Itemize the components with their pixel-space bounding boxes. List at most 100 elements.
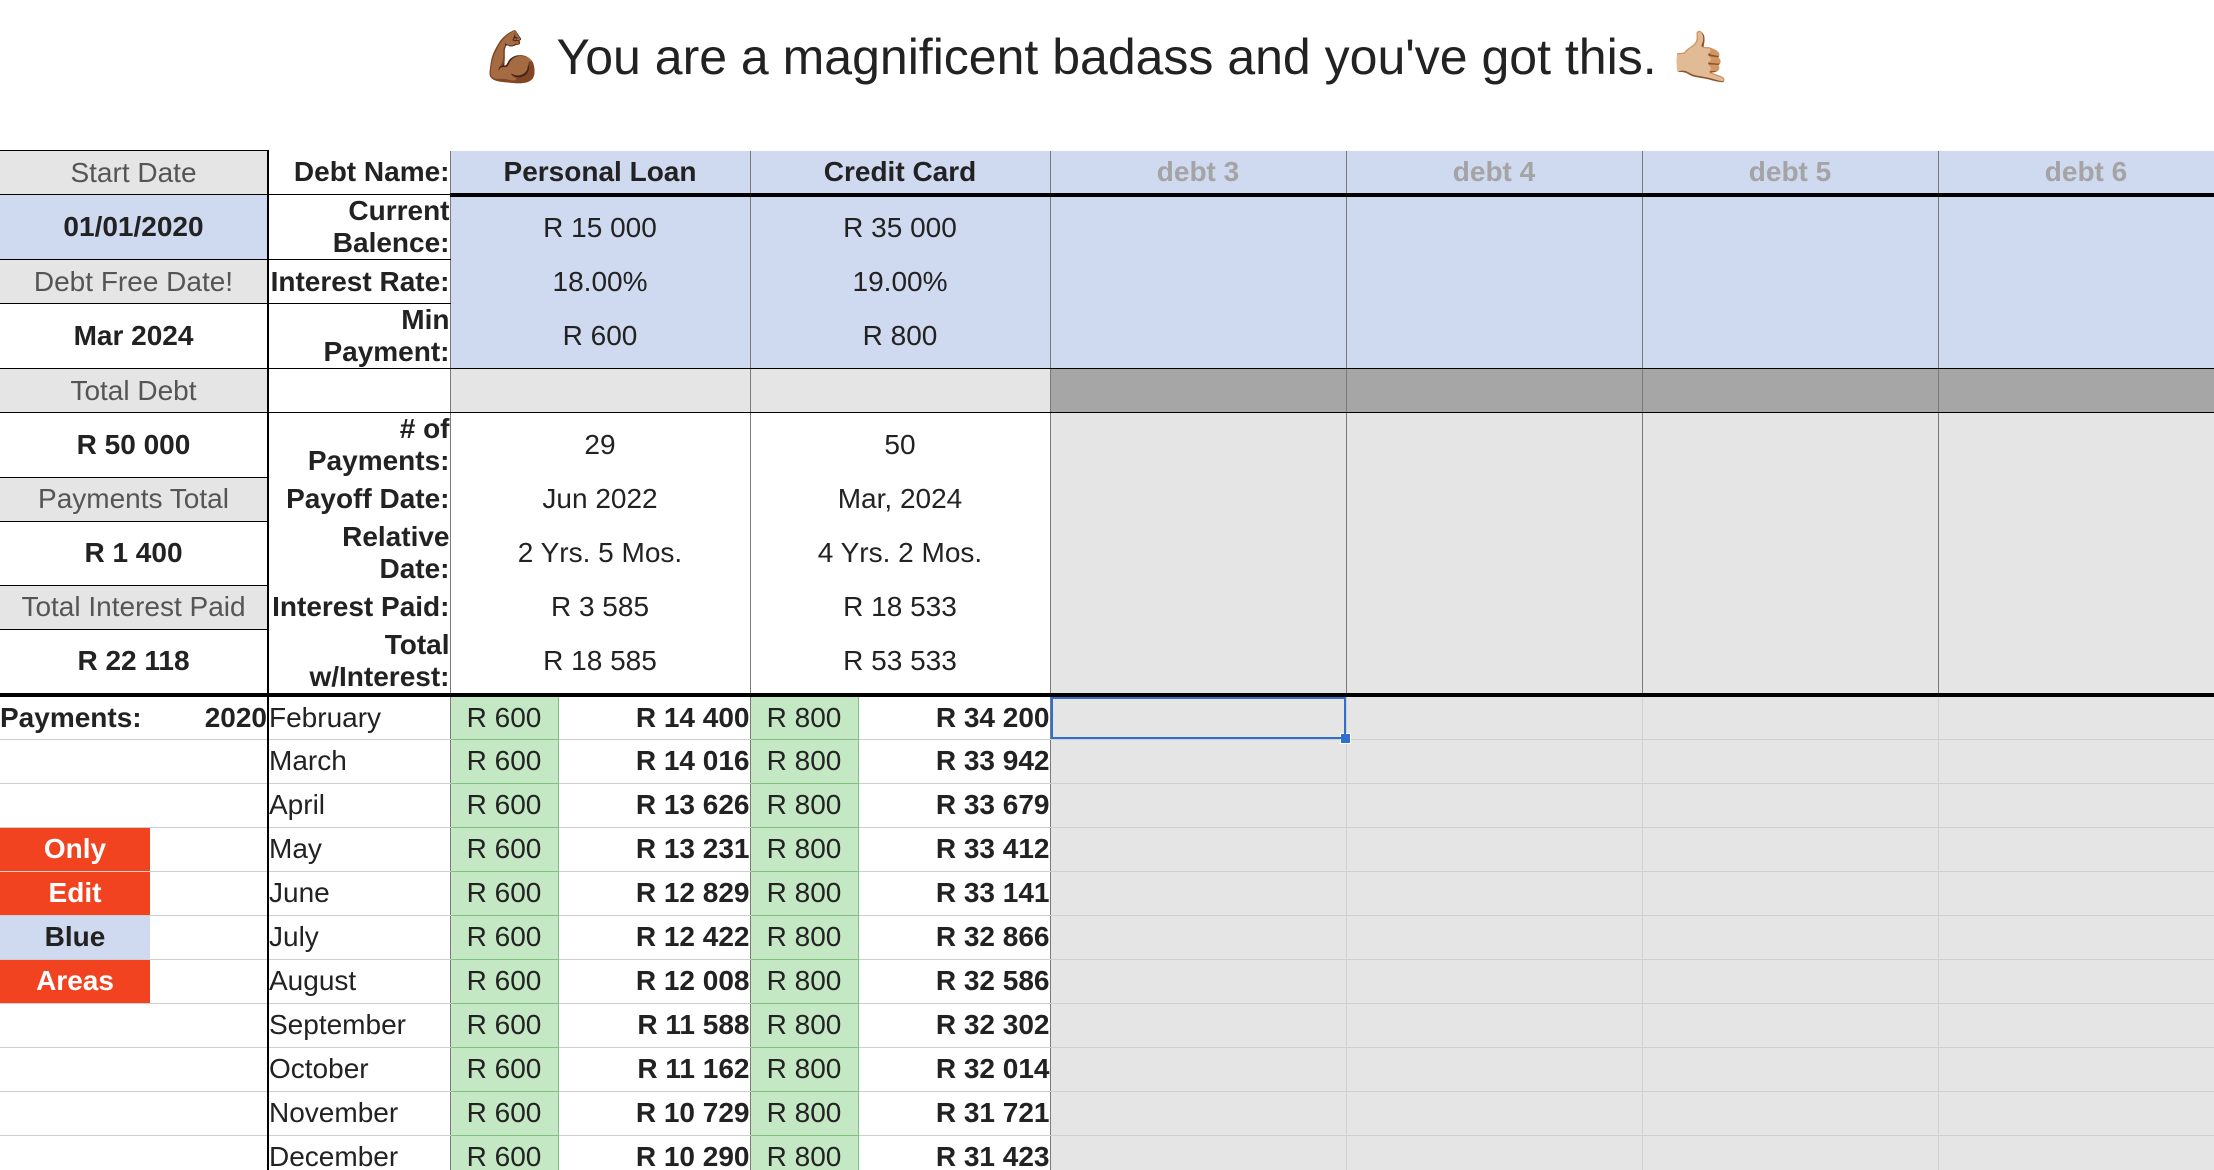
empty[interactable]	[1050, 739, 1346, 783]
empty[interactable]	[1938, 304, 2214, 369]
balance-b-cell: R 33 412	[858, 827, 1050, 871]
payment-a-cell[interactable]: R 600	[450, 1047, 558, 1091]
empty[interactable]	[1642, 783, 1938, 827]
empty[interactable]	[1050, 783, 1346, 827]
bal-b: R 33 942	[936, 745, 1050, 776]
payment-a-cell[interactable]: R 600	[450, 871, 558, 915]
empty[interactable]	[1346, 304, 1642, 369]
payment-a-cell[interactable]: R 600	[450, 739, 558, 783]
payment-a-cell[interactable]: R 600	[450, 783, 558, 827]
payment-a-cell[interactable]: R 600	[450, 1091, 558, 1135]
empty[interactable]	[1642, 1135, 1938, 1170]
debt-4-placeholder-cell[interactable]: debt 4	[1346, 151, 1642, 195]
debt-1-balance-cell[interactable]: R 15 000	[450, 195, 750, 260]
empty[interactable]	[1938, 695, 2214, 739]
empty[interactable]	[1938, 195, 2214, 260]
rel-label: Relative Date:	[342, 521, 449, 584]
debt-6-placeholder-cell[interactable]: debt 6	[1938, 151, 2214, 195]
empty[interactable]	[1938, 1003, 2214, 1047]
empty[interactable]	[1642, 959, 1938, 1003]
empty[interactable]	[1938, 915, 2214, 959]
debt-2-min-cell[interactable]: R 800	[750, 304, 1050, 369]
payment-b-cell[interactable]: R 800	[750, 783, 858, 827]
spacer	[1346, 629, 1642, 695]
debt-5-placeholder-cell[interactable]: debt 5	[1642, 151, 1938, 195]
empty[interactable]	[1050, 1135, 1346, 1170]
empty[interactable]	[1938, 783, 2214, 827]
empty[interactable]	[1642, 304, 1938, 369]
payment-b-cell[interactable]: R 800	[750, 1047, 858, 1091]
payment-a-cell[interactable]: R 600	[450, 959, 558, 1003]
empty[interactable]	[1346, 195, 1642, 260]
payment-b-cell[interactable]: R 800	[750, 959, 858, 1003]
payment-a-cell[interactable]: R 600	[450, 915, 558, 959]
empty[interactable]	[1938, 827, 2214, 871]
empty[interactable]	[1938, 1091, 2214, 1135]
empty[interactable]	[1346, 1047, 1642, 1091]
empty[interactable]	[1050, 1047, 1346, 1091]
payment-a-cell[interactable]: R 600	[450, 1003, 558, 1047]
empty[interactable]	[1050, 195, 1346, 260]
payment-b-cell[interactable]: R 800	[750, 1091, 858, 1135]
payment-b-cell[interactable]: R 800	[750, 915, 858, 959]
debt-1-name-cell[interactable]: Personal Loan	[450, 151, 750, 195]
empty[interactable]	[1938, 260, 2214, 304]
month: December	[269, 1141, 398, 1170]
debt-1-min-cell[interactable]: R 600	[450, 304, 750, 369]
empty[interactable]	[1642, 739, 1938, 783]
empty[interactable]	[1642, 1091, 1938, 1135]
empty[interactable]	[1642, 915, 1938, 959]
empty[interactable]	[1050, 959, 1346, 1003]
debt-2-balance-cell[interactable]: R 35 000	[750, 195, 1050, 260]
empty[interactable]	[1346, 915, 1642, 959]
selected-cell[interactable]	[1050, 695, 1346, 739]
debt-2-name-cell[interactable]: Credit Card	[750, 151, 1050, 195]
payment-a-cell[interactable]: R 600	[450, 695, 558, 739]
payment-b-cell[interactable]: R 800	[750, 1135, 858, 1170]
empty[interactable]	[1346, 959, 1642, 1003]
empty[interactable]	[1050, 1003, 1346, 1047]
debt-1-rate-cell[interactable]: 18.00%	[450, 260, 750, 304]
empty[interactable]	[1642, 1003, 1938, 1047]
empty[interactable]	[1938, 871, 2214, 915]
empty[interactable]	[1346, 827, 1642, 871]
empty[interactable]	[1938, 959, 2214, 1003]
empty[interactable]	[1642, 260, 1938, 304]
empty[interactable]	[1938, 1047, 2214, 1091]
empty[interactable]	[1938, 739, 2214, 783]
empty[interactable]	[1346, 695, 1642, 739]
debt-2-rate-cell[interactable]: 19.00%	[750, 260, 1050, 304]
empty[interactable]	[1050, 1091, 1346, 1135]
empty[interactable]	[1346, 1091, 1642, 1135]
empty[interactable]	[1050, 915, 1346, 959]
empty[interactable]	[1346, 739, 1642, 783]
payment-b-cell[interactable]: R 800	[750, 871, 858, 915]
payment-a-cell[interactable]: R 600	[450, 1135, 558, 1170]
debt-3-placeholder-cell[interactable]: debt 3	[1050, 151, 1346, 195]
empty[interactable]	[1642, 195, 1938, 260]
empty[interactable]	[1050, 871, 1346, 915]
empty[interactable]	[1642, 827, 1938, 871]
payment-b-cell[interactable]: R 800	[750, 695, 858, 739]
empty[interactable]	[1642, 871, 1938, 915]
empty[interactable]	[1346, 1135, 1642, 1170]
spreadsheet-grid[interactable]: Start DateDebt Name:Personal LoanCredit …	[0, 150, 2214, 1170]
payment-b-cell[interactable]: R 800	[750, 827, 858, 871]
start-date-cell[interactable]: 01/01/2020	[0, 195, 268, 260]
empty[interactable]	[1346, 783, 1642, 827]
empty[interactable]	[1050, 260, 1346, 304]
payment-a-cell[interactable]: R 600	[450, 827, 558, 871]
empty[interactable]	[1346, 1003, 1642, 1047]
empty[interactable]	[1642, 1047, 1938, 1091]
empty[interactable]	[1050, 304, 1346, 369]
year-cell	[150, 1003, 268, 1047]
payment-b-cell[interactable]: R 800	[750, 739, 858, 783]
empty[interactable]	[1346, 871, 1642, 915]
bal-a: R 12 422	[636, 921, 750, 952]
empty[interactable]	[1642, 695, 1938, 739]
month: February	[269, 702, 381, 733]
empty[interactable]	[1938, 1135, 2214, 1170]
empty[interactable]	[1050, 827, 1346, 871]
empty[interactable]	[1346, 260, 1642, 304]
payment-b-cell[interactable]: R 800	[750, 1003, 858, 1047]
